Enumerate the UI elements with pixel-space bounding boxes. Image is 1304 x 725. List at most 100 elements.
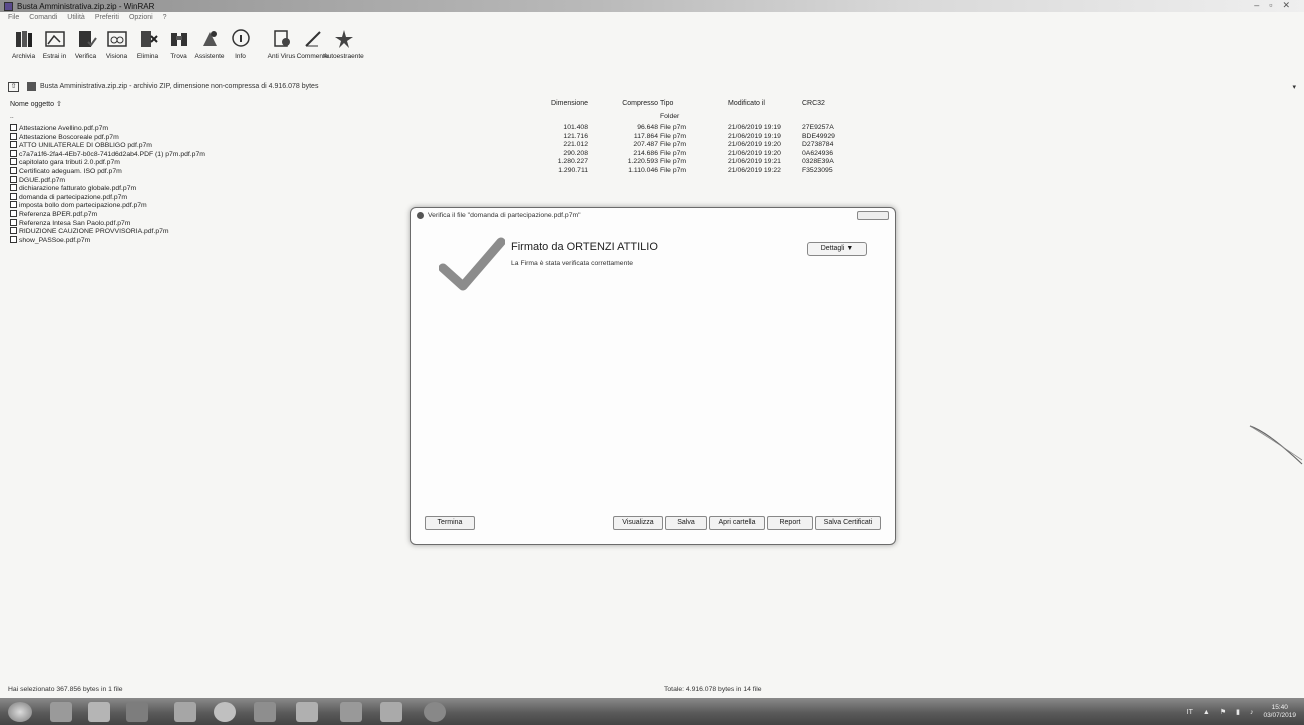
save-certificates-button[interactable]: Salva Certificati: [815, 516, 881, 530]
sfx-icon: [334, 30, 353, 48]
toolbar-label: Info: [235, 53, 246, 60]
terminate-button[interactable]: Termina: [425, 516, 475, 530]
clock[interactable]: 15:40 03/07/2019: [1263, 704, 1296, 720]
archive-button[interactable]: Archivia: [8, 22, 39, 60]
info-icon: [231, 29, 250, 47]
file-name-text: Attestazione Boscoreale pdf.p7m: [19, 133, 119, 141]
menu-commands[interactable]: Comandi: [29, 14, 57, 21]
file-modified: 21/06/2019 19:19: [728, 124, 781, 131]
delete-button[interactable]: Elimina: [132, 22, 163, 60]
test-button[interactable]: Verifica: [70, 22, 101, 60]
file-row[interactable]: c7a7a1f6-2fa4-4Eb7-b0c8-741d6d2ab4.PDF (…: [8, 149, 1008, 159]
column-header-crc[interactable]: CRC32: [802, 100, 825, 107]
column-header-packed[interactable]: Compresso: [588, 100, 658, 107]
parent-folder-name: ..: [10, 113, 14, 120]
antivirus-button[interactable]: Anti Virus: [266, 22, 297, 60]
start-orb-icon[interactable]: [8, 702, 32, 722]
path-dropdown-button[interactable]: ▾: [1292, 83, 1296, 91]
file-size: 121.716: [563, 132, 588, 140]
info-button[interactable]: Info: [225, 22, 256, 60]
file-name: domanda di partecipazione.pdf.p7m: [10, 192, 127, 201]
sfx-button[interactable]: Autoestraente: [323, 22, 364, 60]
language-indicator[interactable]: IT: [1187, 709, 1193, 716]
parent-folder-row[interactable]: .. Folder: [8, 113, 1008, 122]
file-name-text: capitolato gara tributi 2.0.pdf.p7m: [19, 159, 120, 167]
settings-icon[interactable]: [424, 702, 446, 722]
file-name: Certificato adeguam. ISO pdf.p7m: [10, 167, 122, 175]
p7m-file-icon: [10, 210, 17, 217]
system-tray: IT ▲ ⚑ ▮ ♪ 15:40 03/07/2019: [1187, 704, 1296, 720]
archive-books-icon: [15, 31, 32, 47]
maximize-button[interactable]: ▫: [1269, 0, 1272, 11]
file-row[interactable]: capitolato gara tributi 2.0.pdf.p7m 1.280…: [8, 158, 1008, 167]
minimize-button[interactable]: –: [1254, 0, 1259, 11]
file-name-text: c7a7a1f6-2fa4-4Eb7-b0c8-741d6d2ab4.PDF (…: [19, 150, 205, 158]
delete-bin-icon: [140, 31, 158, 47]
p7m-file-icon: [10, 124, 17, 131]
extract-button[interactable]: Estrai in: [39, 22, 70, 60]
file-packed-size: 96.648: [637, 124, 658, 131]
remote-desktop-icon[interactable]: [296, 702, 318, 722]
documents-icon[interactable]: [174, 702, 196, 722]
status-total: Totale: 4.916.078 bytes in 14 file: [664, 686, 762, 693]
media-player-icon[interactable]: [126, 702, 148, 722]
details-dropdown-button[interactable]: Dettagli ▼: [807, 242, 867, 256]
network-icon[interactable]: ▮: [1236, 708, 1240, 716]
file-row[interactable]: domanda di partecipazione.pdf.p7m: [8, 192, 1008, 202]
status-selection: Hai selezionato 367.856 bytes in 1 file: [8, 686, 123, 693]
p7m-file-icon: [10, 218, 17, 226]
report-button[interactable]: Report: [767, 516, 813, 530]
tray-arrow-icon[interactable]: ▲: [1203, 709, 1210, 716]
file-size: 290.208: [563, 149, 588, 157]
app-icon[interactable]: [380, 702, 402, 722]
file-row[interactable]: Attestazione Boscoreale pdf.p7m 121.716 11…: [8, 132, 1008, 142]
menu-favorites[interactable]: Preferiti: [95, 14, 119, 21]
volume-icon[interactable]: ♪: [1250, 709, 1254, 716]
file-row[interactable]: dichiarazione fatturato globale.pdf.p7m: [8, 184, 1008, 193]
save-button[interactable]: Salva: [665, 516, 707, 530]
p7m-file-icon: [10, 167, 17, 174]
winrar-app-icon: [4, 1, 13, 11]
chrome-icon[interactable]: [214, 702, 236, 722]
view-button[interactable]: Visiona: [101, 22, 132, 60]
view-button[interactable]: Visualizza: [613, 516, 663, 530]
file-row[interactable]: ATTO UNILATERALE DI OBBLIGO pdf.p7m 221.0…: [8, 141, 1008, 150]
file-name-text: ATTO UNILATERALE DI OBBLIGO pdf.p7m: [19, 142, 152, 150]
wizard-button[interactable]: Assistente: [194, 22, 225, 60]
file-crc: 0328E39A: [802, 158, 834, 166]
column-header-type[interactable]: Tipo: [660, 100, 673, 107]
up-folder-button[interactable]: ⇧: [8, 81, 19, 92]
parent-folder-type: Folder: [660, 113, 680, 120]
find-binoculars-icon: [170, 33, 187, 46]
window-title: Busta Amministrativa.zip.zip - WinRAR: [17, 1, 155, 11]
winrar-icon[interactable]: [254, 702, 276, 722]
internet-explorer-icon[interactable]: [50, 702, 72, 722]
menu-tools[interactable]: Utilità: [67, 14, 85, 21]
column-header-modified[interactable]: Modificato il: [728, 100, 765, 107]
column-header-size[interactable]: Dimensione: [518, 100, 588, 107]
file-explorer-icon[interactable]: [88, 702, 110, 722]
menu-options[interactable]: Opzioni: [129, 14, 153, 21]
notes-icon[interactable]: [340, 702, 362, 722]
file-row[interactable]: Attestazione Avellino.pdf.p7m 101.408 96.6…: [8, 124, 1008, 133]
close-button[interactable]: ✕: [1282, 0, 1290, 11]
file-name: Referenza BPER.pdf.p7m: [10, 210, 97, 218]
clock-time: 15:40: [1271, 704, 1288, 711]
file-type: File p7m: [660, 158, 687, 166]
menu-help[interactable]: ?: [163, 14, 167, 21]
file-packed-size: 1.110.046: [628, 167, 658, 174]
open-folder-button[interactable]: Apri cartella: [709, 516, 765, 530]
dialog-close-button[interactable]: [857, 211, 889, 220]
file-row[interactable]: Certificato adeguam. ISO pdf.p7m 1.290.71…: [8, 167, 1008, 176]
p7m-file-icon: [10, 175, 17, 183]
flag-icon[interactable]: ⚑: [1220, 708, 1226, 716]
menu-file[interactable]: File: [8, 14, 19, 21]
file-row[interactable]: DGUE.pdf.p7m: [8, 175, 1008, 185]
file-type: File p7m: [660, 141, 687, 149]
wizard-icon: [202, 31, 217, 46]
column-header-name[interactable]: Nome oggetto ⇧: [10, 100, 62, 108]
file-name: capitolato gara tributi 2.0.pdf.p7m: [10, 158, 120, 166]
find-button[interactable]: Trova: [163, 22, 194, 60]
view-glasses-icon: [106, 31, 127, 47]
file-size: 221.012: [563, 141, 588, 149]
